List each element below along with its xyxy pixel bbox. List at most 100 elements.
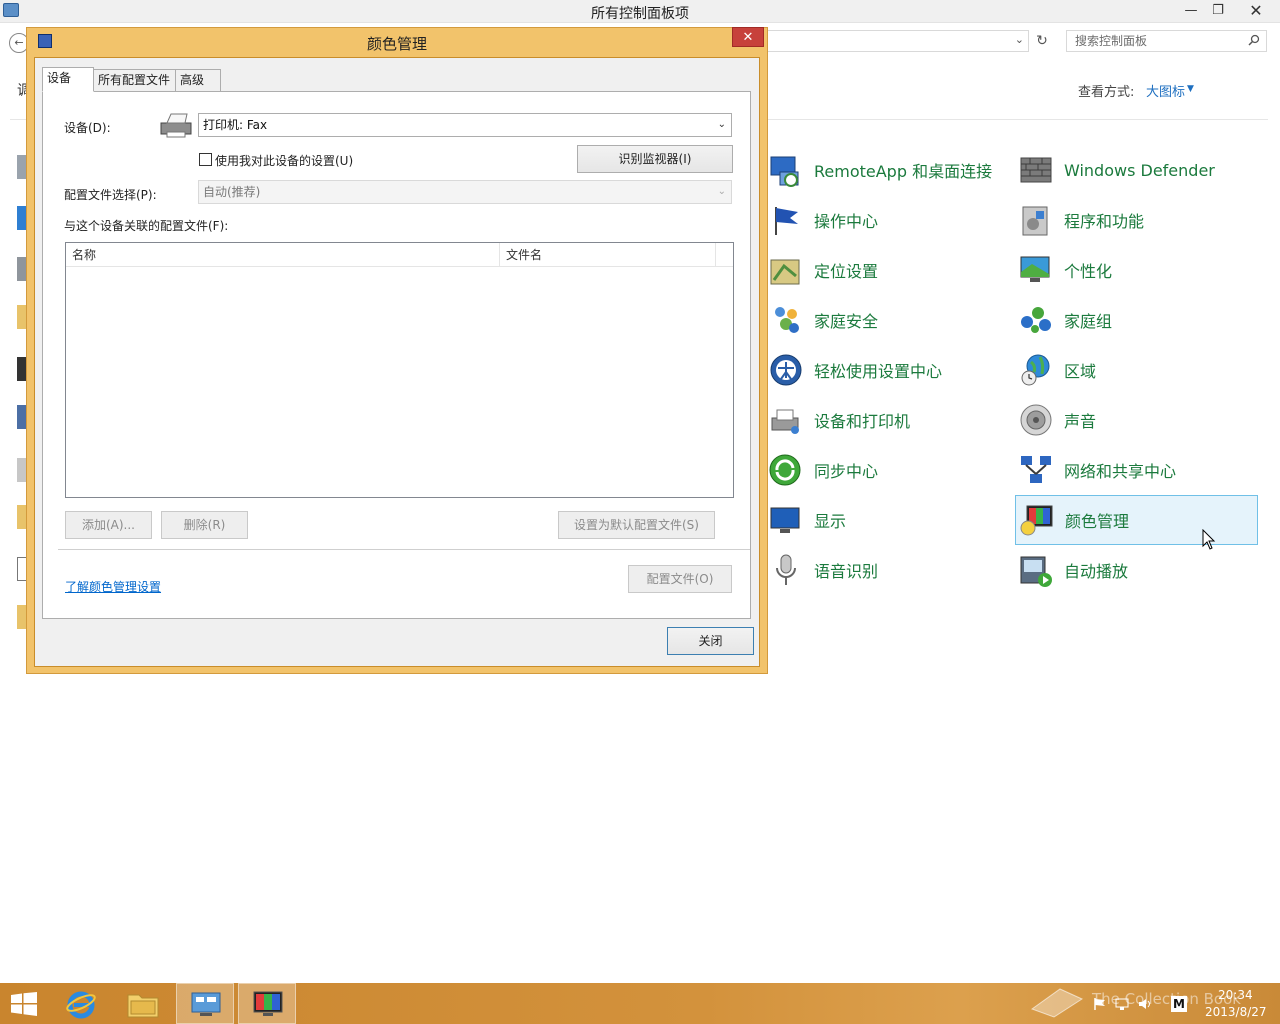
cp-item-label: RemoteApp 和桌面连接 <box>814 162 993 181</box>
cp-item-region[interactable]: 区域 <box>1018 347 1096 393</box>
cp-item-windows-defender[interactable]: Windows Defender <box>1018 147 1215 193</box>
cp-item-devices-printers[interactable]: 设备和打印机 <box>768 397 910 443</box>
column-header-filename[interactable]: 文件名 <box>500 243 716 267</box>
family-safety-icon <box>775 307 799 333</box>
identify-monitors-button[interactable]: 识别监视器(I) <box>577 145 733 173</box>
internet-explorer-icon <box>66 991 96 1019</box>
cp-item-remoteapp[interactable]: RemoteApp 和桌面连接 <box>768 147 992 193</box>
taskbar <box>0 983 1280 1024</box>
region-globe-icon <box>1021 354 1050 386</box>
view-by-caret-icon[interactable]: ▼ <box>1187 84 1194 94</box>
profiles-button[interactable]: 配置文件(O) <box>628 565 732 593</box>
cp-item-label: 同步中心 <box>814 462 879 481</box>
taskbar-control-panel[interactable] <box>176 983 234 1024</box>
learn-color-management-link[interactable]: 了解颜色管理设置 <box>65 578 161 595</box>
search-box[interactable] <box>1066 30 1267 52</box>
cp-item-location[interactable]: 定位设置 <box>768 247 878 293</box>
clock-time[interactable]: 20:34 <box>1218 988 1253 1002</box>
cp-item-label: 个性化 <box>1064 262 1113 281</box>
cp-item-sync-center[interactable]: 同步中心 <box>768 447 878 493</box>
device-select-value: 打印机: Fax <box>203 118 268 132</box>
view-by-label: 查看方式: <box>1078 85 1135 100</box>
minimize-button[interactable]: — <box>1176 0 1206 22</box>
profile-selection-label: 配置文件选择(P): <box>64 188 157 202</box>
profile-selection-value: 自动(推荐) <box>203 185 261 199</box>
close-window-button[interactable]: ✕ <box>1236 0 1276 22</box>
profiles-list-header: 名称 文件名 <box>66 243 733 267</box>
cp-item-speech-recognition[interactable]: 语音识别 <box>768 547 878 593</box>
homegroup-icon <box>1021 307 1051 333</box>
network-icon <box>1021 456 1051 483</box>
cp-item-label: 家庭安全 <box>814 312 879 331</box>
taskbar-file-explorer[interactable] <box>114 983 172 1024</box>
cp-item-family-safety[interactable]: 家庭安全 <box>768 297 878 343</box>
cp-item-action-center[interactable]: 操作中心 <box>768 197 878 243</box>
cp-item-display[interactable]: 显示 <box>768 497 846 543</box>
refresh-button[interactable]: ↻ <box>1031 30 1053 52</box>
cp-item-ease-of-access[interactable]: 轻松使用设置中心 <box>768 347 942 393</box>
cp-item-label: 网络和共享中心 <box>1064 462 1177 481</box>
sync-center-icon <box>769 454 801 486</box>
column-header-name[interactable]: 名称 <box>66 243 500 267</box>
devices-tab-panel: 设备(D): 打印机: Fax ⌄ 使用我对此设备的设置(U) 识别监视器(I)… <box>42 91 751 619</box>
chevron-down-icon: ⌄ <box>717 119 726 130</box>
taskbar-color-management[interactable] <box>238 983 296 1024</box>
folder-icon <box>127 994 159 1018</box>
device-select[interactable]: 打印机: Fax ⌄ <box>198 113 732 137</box>
search-icon[interactable] <box>1248 34 1260 46</box>
ease-of-access-icon <box>770 354 802 386</box>
cp-item-label: 显示 <box>814 512 847 531</box>
panel-divider <box>58 549 750 550</box>
volume-icon[interactable] <box>1138 997 1152 1011</box>
tab-devices[interactable]: 设备 <box>42 67 94 92</box>
windows-logo-icon <box>11 992 37 1016</box>
restore-button[interactable]: ❐ <box>1203 0 1233 22</box>
cp-item-label: 区域 <box>1064 362 1097 381</box>
search-input[interactable] <box>1067 31 1237 51</box>
cp-item-homegroup[interactable]: 家庭组 <box>1018 297 1112 343</box>
speaker-icon <box>1020 404 1052 436</box>
cp-item-autoplay[interactable]: 自动播放 <box>1018 547 1128 593</box>
add-profile-button[interactable]: 添加(A)... <box>65 511 152 539</box>
cp-item-label: 设备和打印机 <box>814 412 911 431</box>
profiles-list[interactable]: 名称 文件名 <box>65 242 734 498</box>
cp-item-personalization[interactable]: 个性化 <box>1018 247 1112 293</box>
cp-item-label: 程序和功能 <box>1064 212 1145 231</box>
tab-all-profiles[interactable]: 所有配置文件 <box>93 69 176 92</box>
taskbar-internet-explorer[interactable] <box>52 983 110 1024</box>
microphone-icon <box>776 554 796 585</box>
use-my-settings-label[interactable]: 使用我对此设备的设置(U) <box>215 152 353 169</box>
mouse-cursor-icon <box>1202 529 1216 550</box>
cp-item-label: Windows Defender <box>1064 160 1215 180</box>
cp-item-label: 声音 <box>1064 412 1097 431</box>
address-field[interactable]: ⌄ <box>764 30 1029 52</box>
dialog-titlebar[interactable]: 颜色管理 ✕ <box>27 27 767 56</box>
defender-wall-icon <box>1020 157 1052 183</box>
close-dialog-button[interactable]: 关闭 <box>667 627 754 655</box>
cp-item-label: 语音识别 <box>814 562 879 581</box>
cp-item-label: 家庭组 <box>1064 312 1113 331</box>
devices-printers-icon <box>771 409 799 434</box>
cp-item-programs-features[interactable]: 程序和功能 <box>1018 197 1144 243</box>
associated-profiles-label: 与这个设备关联的配置文件(F): <box>64 219 229 233</box>
autoplay-icon <box>1020 556 1052 587</box>
view-by-dropdown[interactable]: 大图标 <box>1146 81 1185 100</box>
remove-profile-button[interactable]: 删除(R) <box>161 511 248 539</box>
cp-item-sound[interactable]: 声音 <box>1018 397 1096 443</box>
color-management-dialog: 颜色管理 ✕ 设备 所有配置文件 高级 设备(D): 打印机: Fax ⌄ 使用… <box>26 27 768 674</box>
dialog-close-button[interactable]: ✕ <box>732 27 764 47</box>
set-default-profile-button[interactable]: 设置为默认配置文件(S) <box>558 511 715 539</box>
clock-date[interactable]: 2013/8/27 <box>1205 1005 1267 1019</box>
profile-selection-select[interactable]: 自动(推荐) ⌄ <box>198 180 732 204</box>
input-method-icon[interactable]: M <box>1171 996 1187 1012</box>
use-my-settings-checkbox[interactable] <box>199 153 212 166</box>
action-center-flag-tray-icon[interactable] <box>1093 997 1107 1011</box>
personalization-icon <box>1020 256 1050 282</box>
start-button[interactable] <box>0 983 58 1024</box>
chevron-down-icon[interactable]: ⌄ <box>1015 33 1024 46</box>
cp-item-network-sharing[interactable]: 网络和共享中心 <box>1018 447 1176 493</box>
tab-advanced[interactable]: 高级 <box>175 69 221 92</box>
cp-item-color-management[interactable]: 颜色管理 <box>1015 495 1258 545</box>
network-tray-icon[interactable] <box>1115 997 1129 1011</box>
programs-features-icon <box>1022 206 1048 236</box>
